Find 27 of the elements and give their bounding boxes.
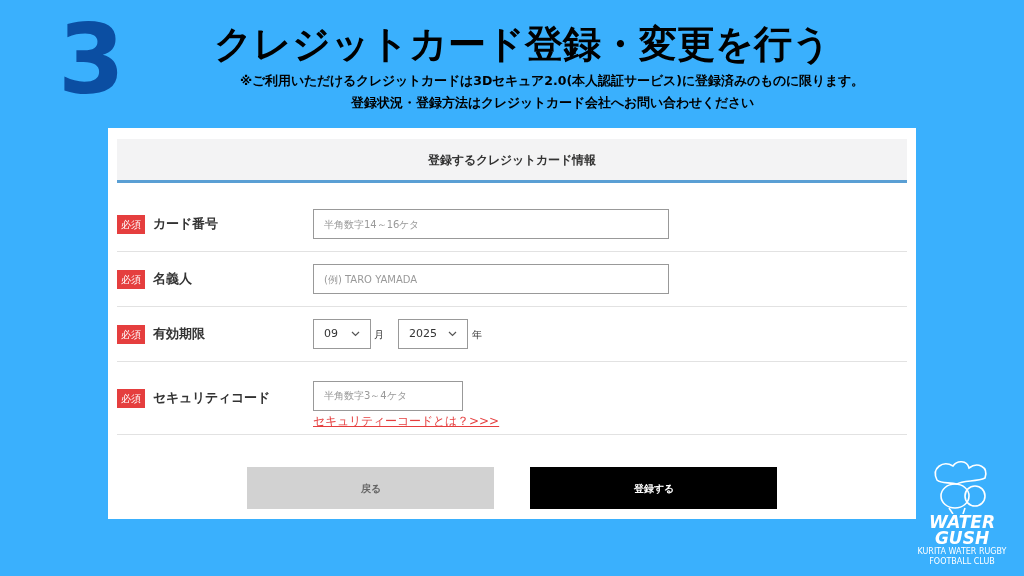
- logo-tagline: KURITA WATER RUGBY FOOTBALL CLUB: [916, 547, 1008, 567]
- security-code-link[interactable]: セキュリティーコードとは？>>>: [313, 413, 500, 428]
- required-badge: 必須: [117, 214, 145, 234]
- required-badge: 必須: [117, 388, 145, 408]
- field-label: 有効期限: [153, 324, 205, 343]
- register-button[interactable]: 登録する: [530, 467, 777, 509]
- text-field[interactable]: 半角数字14～16ケタ: [313, 209, 669, 239]
- chevron-down-icon: [351, 331, 360, 337]
- step-number: 3: [58, 3, 125, 118]
- chevron-down-icon: [448, 331, 457, 337]
- logo-text: WATER: [929, 514, 995, 530]
- page-title: クレジットカード登録・変更を行う: [213, 21, 831, 68]
- year-select[interactable]: 2025: [398, 319, 468, 349]
- form-heading: 登録するクレジットカード情報: [428, 151, 596, 169]
- required-badge: 必須: [117, 324, 145, 344]
- year-unit: 年: [472, 327, 482, 342]
- notice-text: 登録状況・登録方法はクレジットカード会社へお問い合わせください: [350, 94, 754, 112]
- field-label: セキュリティコード: [153, 388, 270, 407]
- code-field[interactable]: 半角数字3～4ケタ: [313, 380, 463, 411]
- notice-text: ※ご利用いただけるクレジットカードは3Dセキュア2.0(本人認証サービス)に登録済みのものに限ります。: [240, 72, 864, 90]
- field-label: 名義人: [153, 269, 192, 288]
- required-badge: 必須: [117, 269, 145, 289]
- field-label: カード番号: [153, 214, 218, 233]
- text-field[interactable]: (例) TARO YAMADA: [313, 264, 669, 294]
- logo-text: GUSH: [934, 530, 990, 546]
- month-unit: 月: [374, 327, 384, 342]
- month-select[interactable]: 09: [313, 319, 371, 349]
